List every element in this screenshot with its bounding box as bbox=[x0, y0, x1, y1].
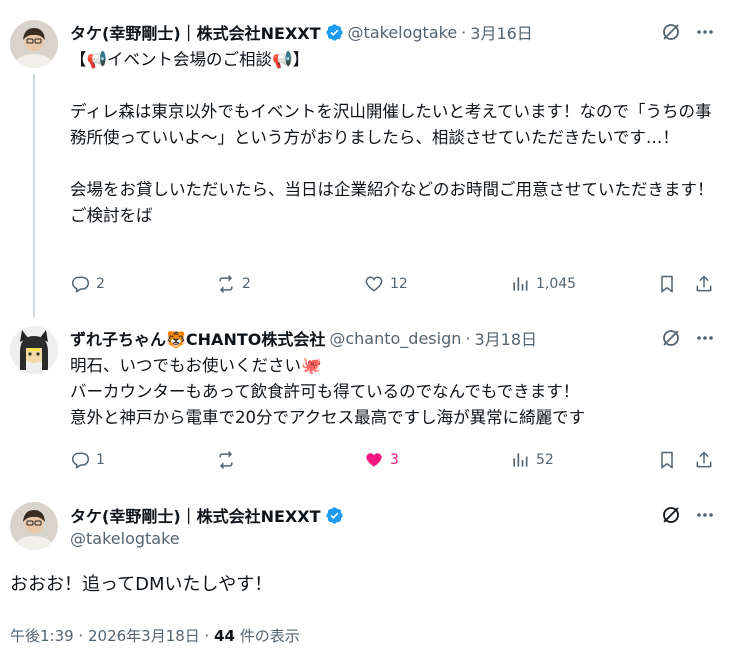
more-options-icon[interactable] bbox=[694, 327, 716, 349]
avatar-takelogtake[interactable] bbox=[10, 502, 58, 550]
more-options-icon[interactable] bbox=[694, 21, 716, 43]
bookmark-icon bbox=[661, 451, 673, 469]
handle[interactable]: @takelogtake bbox=[348, 23, 458, 42]
reply-icon bbox=[72, 452, 90, 469]
tweet-date[interactable]: 3月18日 bbox=[474, 326, 537, 350]
verified-badge-icon bbox=[325, 506, 343, 524]
main-tweet-name-row: タケ(幸野剛士)｜株式会社NEXXT bbox=[70, 503, 344, 527]
grok-icon[interactable] bbox=[660, 504, 682, 526]
tweet-1-text: 【📢イベント会場のご相談📢】 ディレ森は東京以外でもイベントを沢山開催したいと考… bbox=[70, 50, 714, 225]
repost-icon bbox=[219, 275, 233, 293]
display-name[interactable]: タケ(幸野剛士)｜株式会社NEXXT bbox=[70, 503, 321, 527]
share-icon bbox=[696, 451, 712, 468]
like-count: 12 bbox=[390, 276, 408, 292]
handle[interactable]: @takelogtake bbox=[70, 529, 180, 548]
views-chart-icon bbox=[513, 277, 528, 291]
handle[interactable]: @chanto_design bbox=[329, 329, 461, 348]
share-icon bbox=[696, 275, 712, 292]
reply-button[interactable]: 2 bbox=[70, 274, 105, 294]
views-button[interactable]: 1,045 bbox=[510, 274, 576, 294]
repost-count: 2 bbox=[242, 276, 251, 292]
share-button[interactable] bbox=[694, 450, 714, 470]
tweet-2-text: 明石、いつでもお使いください🐙 バーカウンターもあって飲食許可も得ているのでなん… bbox=[70, 356, 586, 427]
heart-icon bbox=[365, 276, 383, 292]
main-tweet-text: おおお！追ってDMいたしやす！ bbox=[10, 574, 273, 595]
display-name[interactable]: ずれ子ちゃん🐯CHANTO株式会社 bbox=[70, 326, 325, 350]
grok-icon[interactable] bbox=[660, 21, 682, 43]
main-tweet-timestamp: 午後1:39 · 2026年3月18日 · 44 件の表示 bbox=[10, 625, 300, 646]
reply-icon bbox=[72, 276, 90, 293]
avatar-chanto-design[interactable] bbox=[10, 326, 58, 374]
view-count: 44 bbox=[214, 627, 235, 645]
bookmark-button[interactable] bbox=[657, 274, 677, 294]
repost-icon bbox=[219, 451, 233, 469]
views-button[interactable]: 52 bbox=[510, 450, 554, 470]
more-options-icon[interactable] bbox=[694, 504, 716, 526]
heart-filled-icon bbox=[366, 453, 382, 467]
separator-dot: · bbox=[461, 22, 467, 42]
reply-count: 1 bbox=[96, 452, 105, 468]
display-name[interactable]: タケ(幸野剛士)｜株式会社NEXXT bbox=[70, 20, 321, 44]
repost-button[interactable]: 2 bbox=[216, 274, 251, 294]
bookmark-icon bbox=[661, 275, 673, 293]
like-count: 3 bbox=[390, 452, 399, 468]
tweet-2-header: ずれ子ちゃん🐯CHANTO株式会社 @chanto_design · 3月18日 bbox=[70, 326, 537, 350]
like-button[interactable]: 3 bbox=[364, 450, 399, 470]
tweet-1-header: タケ(幸野剛士)｜株式会社NEXXT @takelogtake · 3月16日 bbox=[70, 20, 533, 44]
views-count: 1,045 bbox=[536, 276, 577, 292]
verified-badge-icon bbox=[325, 23, 343, 41]
view-label: 件の表示 bbox=[234, 627, 300, 645]
bookmark-button[interactable] bbox=[657, 450, 677, 470]
views-chart-icon bbox=[513, 453, 528, 467]
post-time[interactable]: 午後1:39 · 2026年3月18日 · bbox=[10, 627, 214, 645]
reply-count: 2 bbox=[96, 276, 105, 292]
views-count: 52 bbox=[536, 452, 554, 468]
avatar-takelogtake[interactable] bbox=[10, 20, 58, 68]
share-button[interactable] bbox=[694, 274, 714, 294]
repost-button[interactable] bbox=[216, 450, 242, 470]
separator-dot: · bbox=[465, 328, 471, 348]
thread-connector-line bbox=[33, 74, 35, 317]
tweet-date[interactable]: 3月16日 bbox=[470, 20, 533, 44]
like-button[interactable]: 12 bbox=[364, 274, 408, 294]
grok-icon[interactable] bbox=[660, 327, 682, 349]
reply-button[interactable]: 1 bbox=[70, 450, 105, 470]
